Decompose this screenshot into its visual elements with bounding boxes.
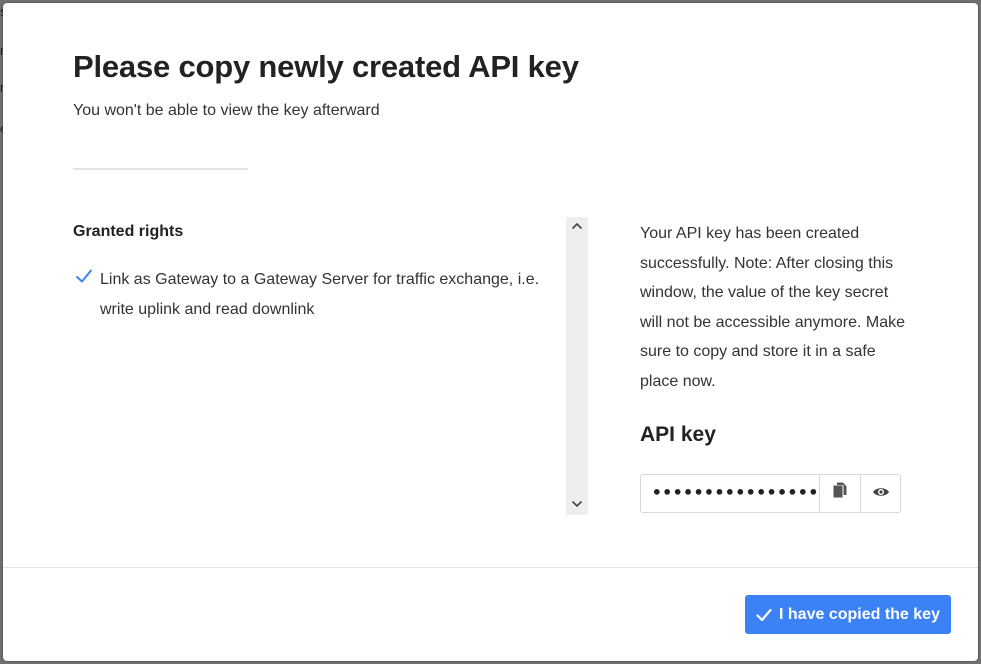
divider <box>73 168 248 170</box>
check-icon <box>756 608 772 621</box>
granted-rights-heading: Granted rights <box>73 223 184 240</box>
footer-divider <box>3 567 978 568</box>
eye-icon <box>872 485 890 503</box>
chevron-down-icon <box>571 500 583 508</box>
scroll-up-button[interactable] <box>566 217 588 237</box>
check-icon <box>75 267 93 285</box>
chevron-up-icon <box>571 222 583 230</box>
modal-title: Please copy newly created API key <box>73 49 579 84</box>
show-key-button[interactable] <box>860 475 901 512</box>
confirm-button-label: I have copied the key <box>779 605 940 623</box>
api-key-heading: API key <box>640 423 716 446</box>
api-key-masked-value[interactable]: •••••••••••••••••••• <box>652 483 820 502</box>
granted-right-label: Link as Gateway to a Gateway Server for … <box>100 271 540 318</box>
api-key-field[interactable]: •••••••••••••••••••• <box>640 474 901 513</box>
copy-icon <box>832 482 848 505</box>
copy-key-button[interactable] <box>819 475 860 512</box>
confirm-copied-button[interactable]: I have copied the key <box>745 595 951 634</box>
api-key-info-text: Your API key has been created successful… <box>640 225 906 390</box>
rights-scrollbar[interactable] <box>566 217 588 515</box>
scroll-down-button[interactable] <box>566 495 588 515</box>
api-key-modal: Please copy newly created API key You wo… <box>3 3 978 661</box>
modal-subtitle: You won't be able to view the key afterw… <box>73 102 380 119</box>
